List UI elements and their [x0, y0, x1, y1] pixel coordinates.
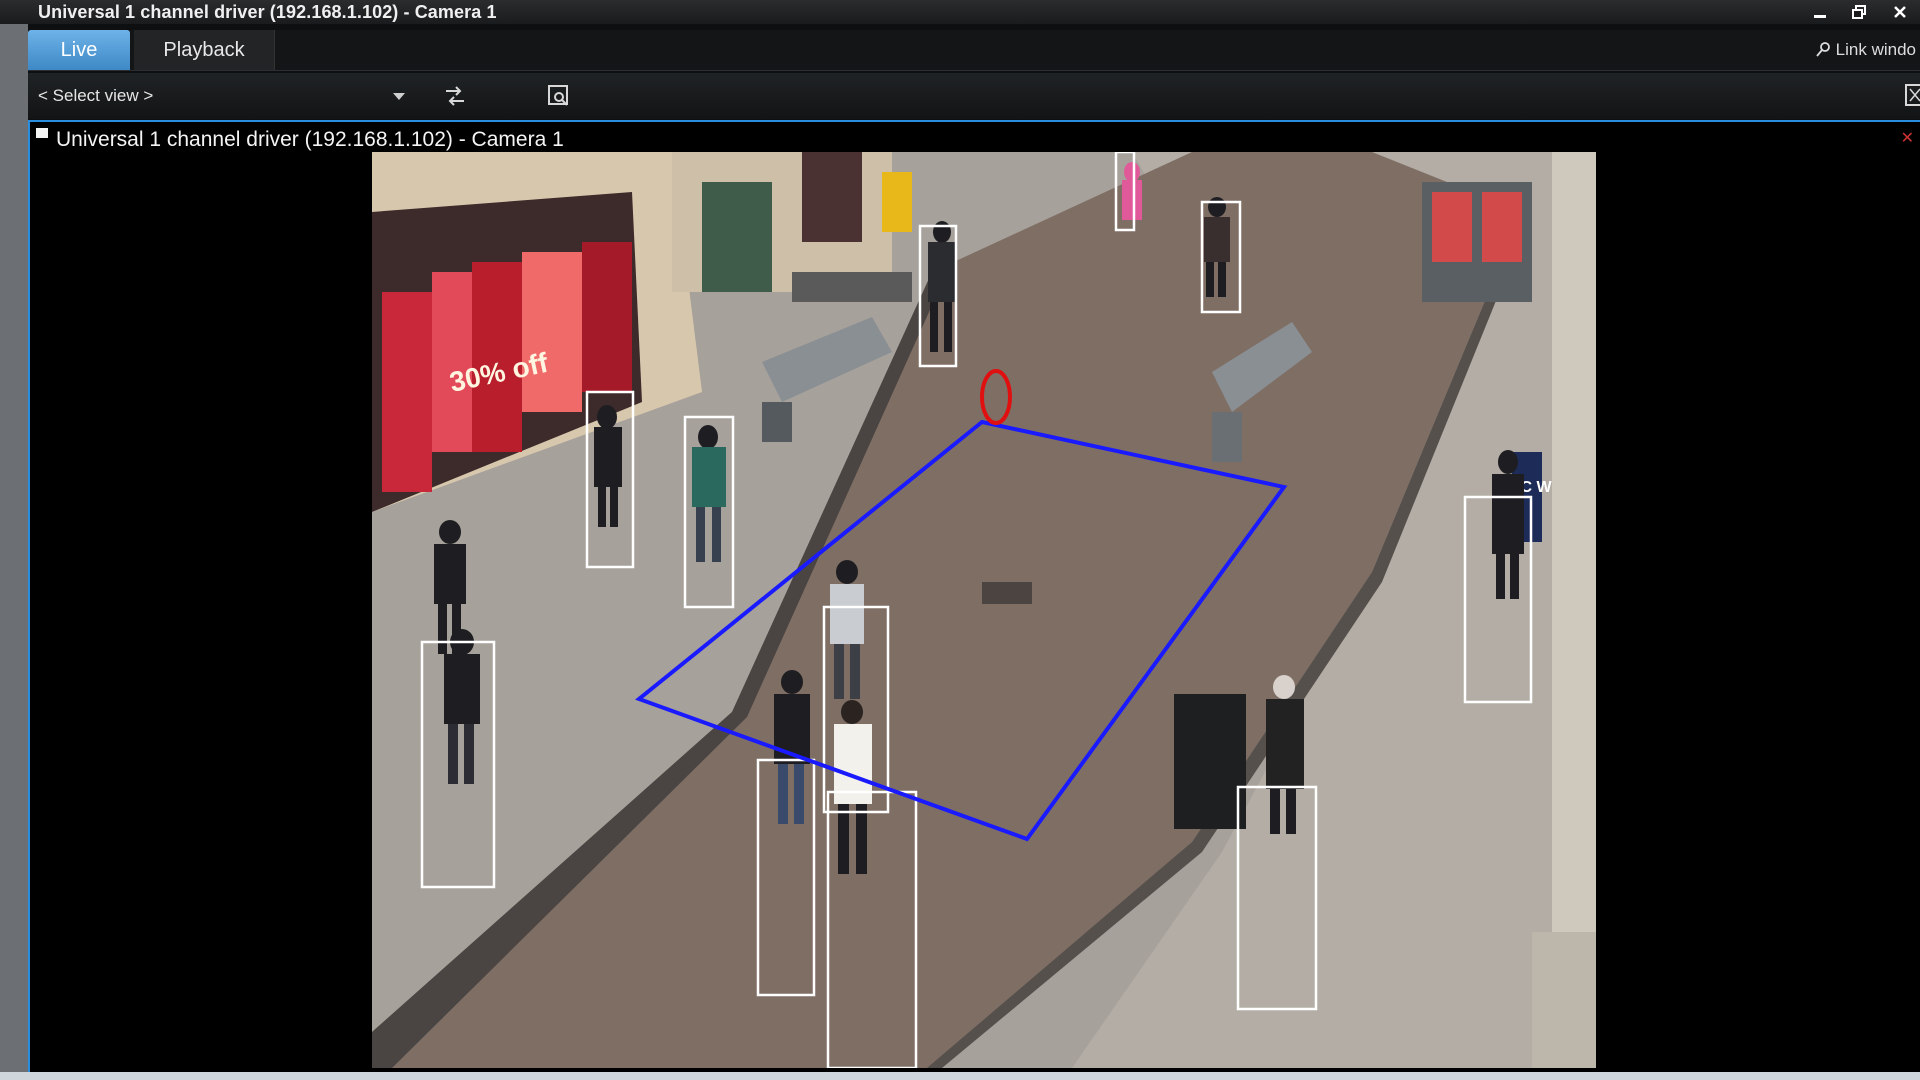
select-view-dropdown[interactable]: < Select view >: [38, 73, 418, 119]
window-titlebar: Universal 1 channel driver (192.168.1.10…: [0, 0, 1920, 24]
window-controls: [1800, 0, 1920, 24]
close-icon[interactable]: [1880, 0, 1920, 24]
close-view-icon[interactable]: ✕: [1901, 128, 1914, 148]
chevron-down-icon: [393, 93, 405, 100]
left-edge-strip: [0, 24, 28, 1072]
tab-playback[interactable]: Playback: [134, 30, 275, 70]
swap-icon[interactable]: [442, 83, 468, 109]
link-window-label: Link windo: [1835, 40, 1916, 59]
view-mode-tabs: Live Playback Link windo: [28, 30, 1920, 71]
link-icon: [1815, 42, 1830, 57]
minimize-icon[interactable]: [1800, 0, 1840, 24]
camera-video-frame[interactable]: 30% off IC W: [372, 152, 1596, 1068]
view-toolbar: < Select view >: [28, 73, 1920, 119]
status-strip: [0, 1072, 1920, 1080]
tab-live[interactable]: Live: [28, 30, 130, 70]
select-view-label: < Select view >: [38, 86, 154, 105]
restore-icon[interactable]: [1840, 0, 1880, 24]
camera-title: Universal 1 channel driver (192.168.1.10…: [56, 128, 564, 151]
link-window-button[interactable]: Link windo: [1814, 30, 1920, 70]
camera-flag-icon: [36, 128, 48, 138]
street-scene: 30% off IC W: [372, 152, 1596, 1068]
zoom-window-icon[interactable]: [546, 83, 572, 109]
fullscreen-icon[interactable]: [1904, 83, 1920, 109]
window-title: Universal 1 channel driver (192.168.1.10…: [38, 1, 497, 22]
